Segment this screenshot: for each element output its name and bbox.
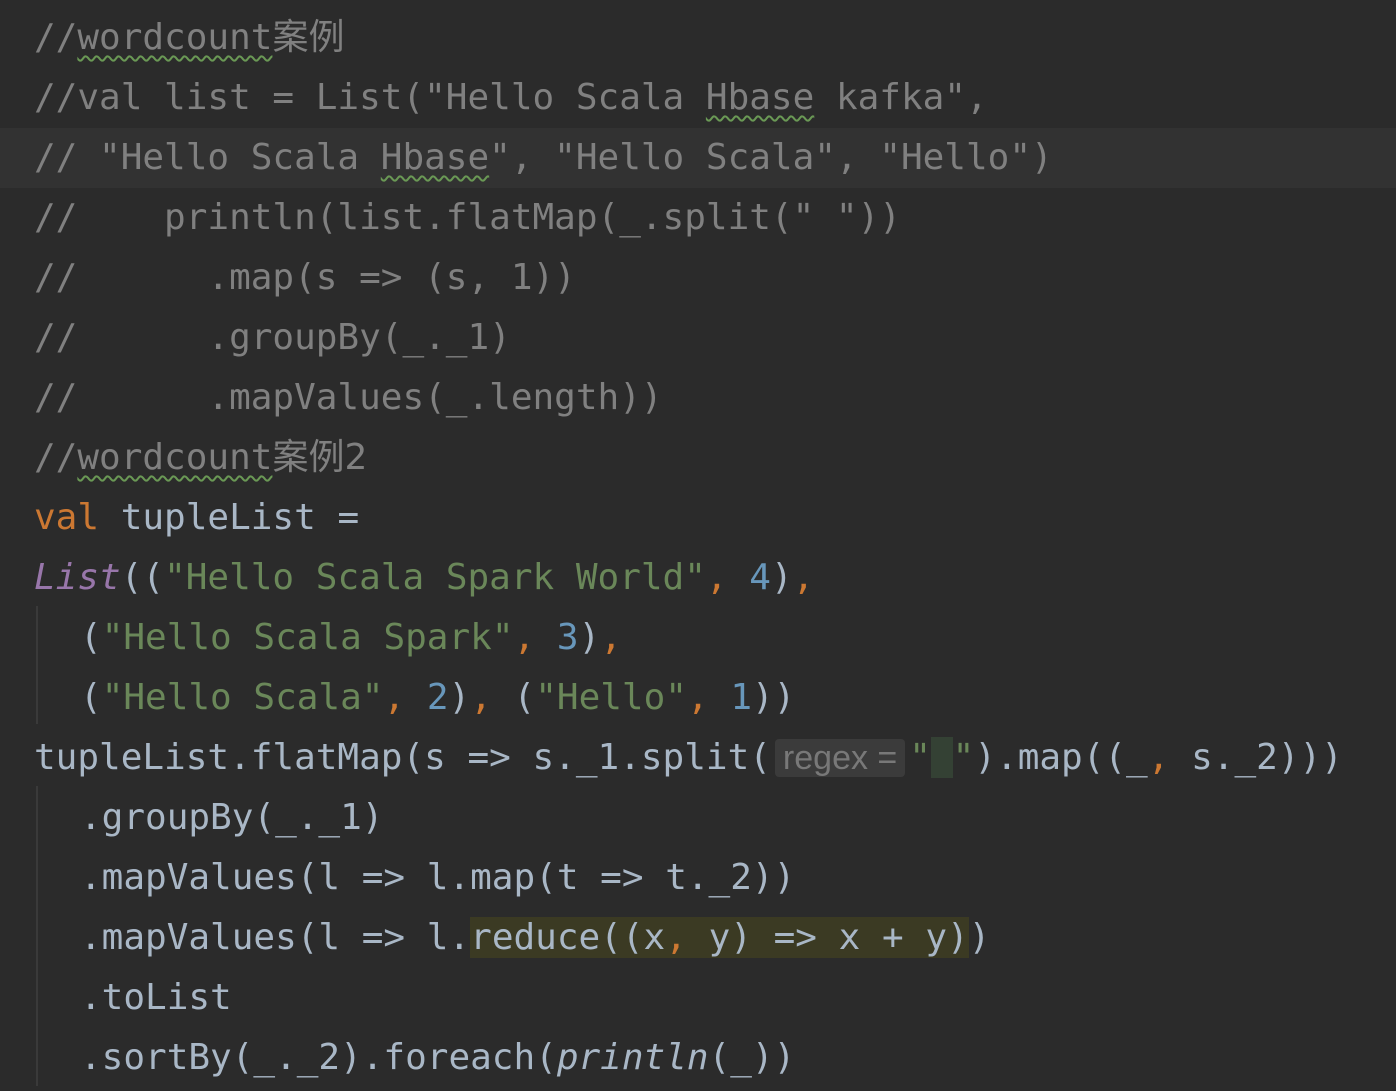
code-token: ", "Hello Scala", "Hello"): [489, 137, 1053, 178]
code-token: ": [909, 737, 931, 778]
code-token: // .groupBy(_._1): [34, 317, 511, 358]
code-token: [930, 737, 953, 778]
code-token: Hbase: [380, 137, 490, 178]
code-token: ): [770, 557, 793, 598]
code-line[interactable]: .mapValues(l => l.map(t => t._2)): [0, 848, 1396, 908]
code-line[interactable]: ("Hello Scala", 2), ("Hello", 1)): [0, 668, 1396, 728]
code-line-text: .mapValues(l => l.map(t => t._2)): [80, 848, 795, 908]
code-token: .toList: [80, 977, 232, 1018]
code-token: 3: [556, 617, 579, 658]
code-line-text: List(("Hello Scala Spark World", 4),: [34, 548, 814, 608]
code-line[interactable]: tupleList.flatMap(s => s._1.split(regex …: [0, 728, 1396, 788]
code-token: tupleList =: [99, 497, 360, 538]
code-token: (: [513, 677, 536, 718]
code-token: ,: [1147, 737, 1192, 778]
code-line[interactable]: List(("Hello Scala Spark World", 4),: [0, 548, 1396, 608]
code-token: ,: [686, 677, 731, 718]
code-editor[interactable]: //wordcount案例//val list = List("Hello Sc…: [0, 0, 1396, 1091]
code-token: y) => x + y): [708, 917, 969, 958]
code-token: (: [80, 617, 102, 658]
code-line-text: val tupleList =: [34, 488, 359, 548]
code-token: //: [34, 437, 78, 478]
code-token: // .mapValues(_.length)): [34, 377, 663, 418]
code-token: (_)): [708, 1037, 796, 1078]
code-line[interactable]: //wordcount案例2: [0, 428, 1396, 488]
code-token: ,: [513, 617, 557, 658]
code-line-text: //val list = List("Hello Scala Hbase kaf…: [34, 68, 988, 128]
code-line-text: ("Hello Scala Spark", 3),: [80, 608, 622, 668]
code-token: 1: [730, 677, 752, 718]
code-token: ,: [470, 677, 514, 718]
code-token: "Hello": [535, 677, 687, 718]
code-line[interactable]: // println(list.flatMap(_.split(" ")): [0, 188, 1396, 248]
code-line[interactable]: ("Hello Scala Spark", 3),: [0, 608, 1396, 668]
code-token: "Hello Scala Spark World": [164, 557, 706, 598]
code-token: println: [556, 1037, 709, 1078]
code-token: s._2))): [1191, 737, 1343, 778]
code-line[interactable]: .mapValues(l => l.reduce((x, y) => x + y…: [0, 908, 1396, 968]
code-token: ): [448, 677, 471, 718]
code-line[interactable]: val tupleList =: [0, 488, 1396, 548]
code-line-text: // .groupBy(_._1): [34, 308, 511, 368]
code-token: 案例2: [272, 437, 368, 478]
code-line[interactable]: // .map(s => (s, 1)): [0, 248, 1396, 308]
code-token: (: [80, 677, 102, 718]
code-line[interactable]: // .mapValues(_.length)): [0, 368, 1396, 428]
code-line-text: ("Hello Scala", 2), ("Hello", 1)): [80, 668, 795, 728]
code-token: Hbase: [705, 77, 815, 118]
code-token: // .map(s => (s, 1)): [34, 257, 576, 298]
code-token: .mapValues(l => l.map(t => t._2)): [80, 857, 796, 898]
code-token: "Hello Scala Spark": [101, 617, 514, 658]
code-token: )): [752, 677, 796, 718]
code-line-text: // .mapValues(_.length)): [34, 368, 663, 428]
code-line-text: // .map(s => (s, 1)): [34, 248, 576, 308]
code-token: kafka",: [814, 77, 988, 118]
code-token: wordcount: [77, 437, 273, 478]
code-token: "Hello Scala": [101, 677, 384, 718]
code-token: .sortBy(_._2).foreach(: [80, 1037, 557, 1078]
code-token: List: [34, 557, 121, 598]
code-token: reduce((x: [470, 917, 666, 958]
code-line-text: // "Hello Scala Hbase", "Hello Scala", "…: [34, 128, 1053, 188]
code-line-text: //wordcount案例: [34, 8, 344, 68]
code-token: 案例: [272, 17, 345, 58]
code-token: ,: [383, 677, 427, 718]
code-line[interactable]: .toList: [0, 968, 1396, 1028]
code-token: 2: [426, 677, 449, 718]
code-token: ,: [792, 557, 815, 598]
code-token: ,: [665, 917, 709, 958]
code-token: .groupBy(_._1): [80, 797, 384, 838]
code-token: ,: [705, 557, 750, 598]
code-token: // println(list.flatMap(_.split(" ")): [34, 197, 901, 238]
code-line-text: .toList: [80, 968, 232, 1028]
code-line-text: // println(list.flatMap(_.split(" ")): [34, 188, 901, 248]
code-token: ,: [600, 617, 622, 658]
code-token: //: [34, 17, 78, 58]
code-line-text: .groupBy(_._1): [80, 788, 383, 848]
parameter-hint: regex =: [774, 739, 906, 777]
code-line[interactable]: //wordcount案例: [0, 8, 1396, 68]
code-line-text: //wordcount案例2: [34, 428, 367, 488]
code-line[interactable]: // .groupBy(_._1): [0, 308, 1396, 368]
code-token: ": [952, 737, 975, 778]
code-token: .mapValues(l => l.: [80, 917, 471, 958]
code-token: wordcount: [77, 17, 273, 58]
code-token: //val list = List("Hello Scala: [34, 77, 706, 118]
code-line[interactable]: //val list = List("Hello Scala Hbase kaf…: [0, 68, 1396, 128]
code-line[interactable]: .groupBy(_._1): [0, 788, 1396, 848]
code-line[interactable]: // "Hello Scala Hbase", "Hello Scala", "…: [0, 128, 1396, 188]
code-line-text: .sortBy(_._2).foreach(println(_)): [80, 1028, 795, 1088]
code-token: ).map((_: [974, 737, 1148, 778]
code-token: val: [34, 497, 100, 538]
code-line[interactable]: .sortBy(_._2).foreach(println(_)): [0, 1028, 1396, 1088]
code-line-text: .mapValues(l => l.reduce((x, y) => x + y…: [80, 908, 990, 968]
code-token: ): [968, 917, 991, 958]
code-token: // "Hello Scala: [34, 137, 381, 178]
code-token: 4: [749, 557, 771, 598]
code-token: tupleList.flatMap(s => s._1.split(: [34, 737, 771, 778]
code-token: ): [578, 617, 601, 658]
code-line-text: tupleList.flatMap(s => s._1.split(regex …: [34, 728, 1343, 788]
code-token: ((: [120, 557, 165, 598]
